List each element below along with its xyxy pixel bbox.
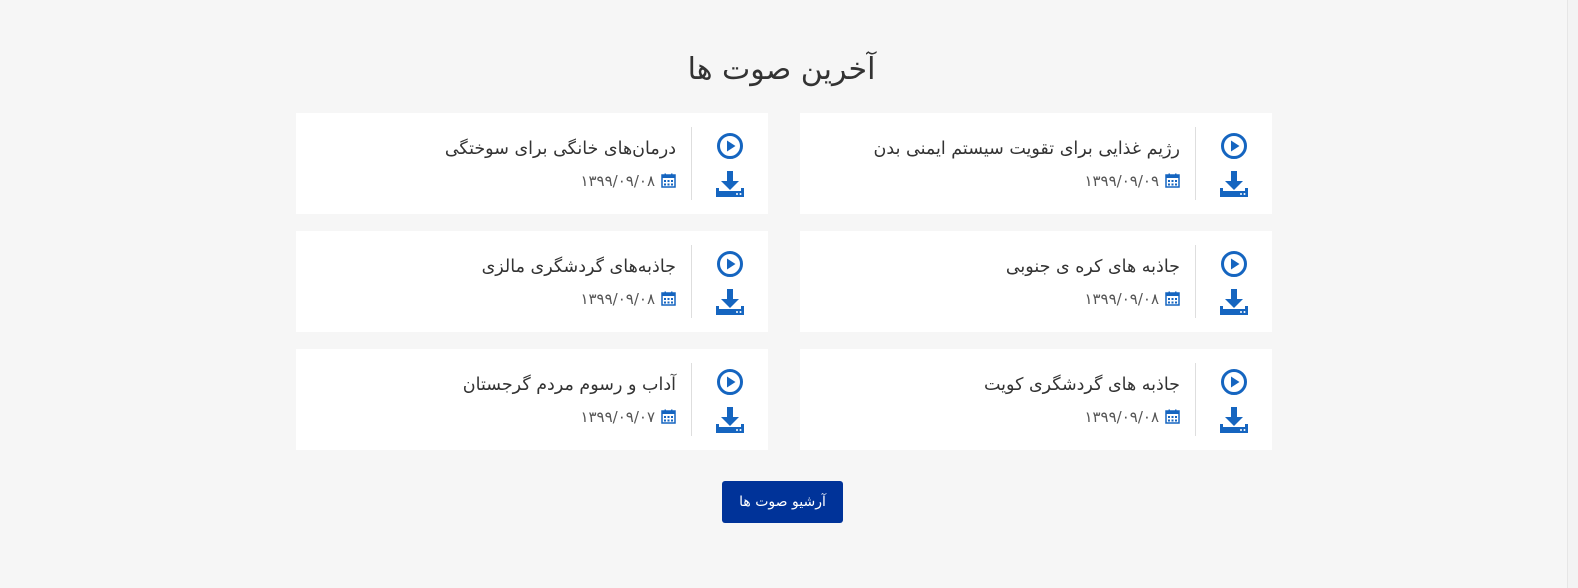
audio-card: جاذبه‌های گردشگری مالزی ۱۳۹۹/۰۹/۰۸	[296, 231, 768, 332]
audio-date: ۱۳۹۹/۰۹/۰۹	[800, 171, 1180, 191]
calendar-icon	[1165, 173, 1180, 188]
audio-card: جاذبه های گردشگری کویت ۱۳۹۹/۰۹/۰۸	[800, 349, 1272, 450]
audio-date-text: ۱۳۹۹/۰۹/۰۸	[1084, 289, 1159, 308]
play-circle-icon[interactable]	[1219, 131, 1249, 161]
audio-date-text: ۱۳۹۹/۰۹/۰۸	[580, 289, 655, 308]
audio-card-body: درمان‌های خانگی برای سوختگی ۱۳۹۹/۰۹/۰۸	[296, 113, 691, 214]
audio-card-actions	[1196, 231, 1272, 332]
audio-title[interactable]: جاذبه های گردشگری کویت	[800, 373, 1180, 397]
download-icon[interactable]	[1218, 169, 1250, 199]
play-circle-icon[interactable]	[1219, 249, 1249, 279]
card-divider	[1195, 363, 1196, 436]
card-divider	[691, 363, 692, 436]
audio-card-body: آداب و رسوم مردم گرجستان ۱۳۹۹/۰۹/۰۷	[296, 349, 691, 450]
calendar-icon	[661, 291, 676, 306]
audio-grid: رژیم غذایی برای تقویت سیستم ایمنی بدن ۱۳…	[296, 113, 1272, 450]
audio-card: جاذبه های کره ی جنوبی ۱۳۹۹/۰۹/۰۸	[800, 231, 1272, 332]
audio-card-actions	[692, 113, 768, 214]
audio-card-actions	[1196, 113, 1272, 214]
card-divider	[1195, 127, 1196, 200]
audio-title[interactable]: جاذبه‌های گردشگری مالزی	[296, 255, 676, 279]
section-title: آخرین صوت ها	[687, 52, 876, 87]
audio-title[interactable]: رژیم غذایی برای تقویت سیستم ایمنی بدن	[800, 137, 1180, 161]
download-icon[interactable]	[714, 169, 746, 199]
play-circle-icon[interactable]	[1219, 367, 1249, 397]
audio-date-text: ۱۳۹۹/۰۹/۰۹	[1084, 171, 1159, 190]
audio-date: ۱۳۹۹/۰۹/۰۸	[296, 289, 676, 309]
audio-date-text: ۱۳۹۹/۰۹/۰۷	[580, 407, 655, 426]
audio-card-actions	[1196, 349, 1272, 450]
audio-title[interactable]: درمان‌های خانگی برای سوختگی	[296, 137, 676, 161]
audio-card-actions	[692, 349, 768, 450]
download-icon[interactable]	[1218, 405, 1250, 435]
audio-card-body: جاذبه‌های گردشگری مالزی ۱۳۹۹/۰۹/۰۸	[296, 231, 691, 332]
audio-title[interactable]: جاذبه های کره ی جنوبی	[800, 255, 1180, 279]
audio-date: ۱۳۹۹/۰۹/۰۸	[800, 289, 1180, 309]
page-scrollbar[interactable]	[1567, 0, 1578, 588]
audio-card-body: جاذبه های گردشگری کویت ۱۳۹۹/۰۹/۰۸	[800, 349, 1195, 450]
calendar-icon	[661, 173, 676, 188]
card-divider	[1195, 245, 1196, 318]
audio-card-actions	[692, 231, 768, 332]
calendar-icon	[1165, 409, 1180, 424]
audio-card-body: رژیم غذایی برای تقویت سیستم ایمنی بدن ۱۳…	[800, 113, 1195, 214]
card-divider	[691, 127, 692, 200]
audio-date: ۱۳۹۹/۰۹/۰۸	[800, 407, 1180, 427]
download-icon[interactable]	[714, 405, 746, 435]
calendar-icon	[1165, 291, 1180, 306]
audio-archive-button[interactable]: آرشیو صوت ها	[722, 481, 843, 523]
audio-date-text: ۱۳۹۹/۰۹/۰۸	[580, 171, 655, 190]
calendar-icon	[661, 409, 676, 424]
audio-card: رژیم غذایی برای تقویت سیستم ایمنی بدن ۱۳…	[800, 113, 1272, 214]
audio-date: ۱۳۹۹/۰۹/۰۷	[296, 407, 676, 427]
play-circle-icon[interactable]	[715, 131, 745, 161]
audio-date: ۱۳۹۹/۰۹/۰۸	[296, 171, 676, 191]
audio-card-body: جاذبه های کره ی جنوبی ۱۳۹۹/۰۹/۰۸	[800, 231, 1195, 332]
download-icon[interactable]	[1218, 287, 1250, 317]
download-icon[interactable]	[714, 287, 746, 317]
play-circle-icon[interactable]	[715, 249, 745, 279]
audio-card: آداب و رسوم مردم گرجستان ۱۳۹۹/۰۹/۰۷	[296, 349, 768, 450]
play-circle-icon[interactable]	[715, 367, 745, 397]
audio-title[interactable]: آداب و رسوم مردم گرجستان	[296, 373, 676, 397]
audio-card: درمان‌های خانگی برای سوختگی ۱۳۹۹/۰۹/۰۸	[296, 113, 768, 214]
card-divider	[691, 245, 692, 318]
audio-date-text: ۱۳۹۹/۰۹/۰۸	[1084, 407, 1159, 426]
